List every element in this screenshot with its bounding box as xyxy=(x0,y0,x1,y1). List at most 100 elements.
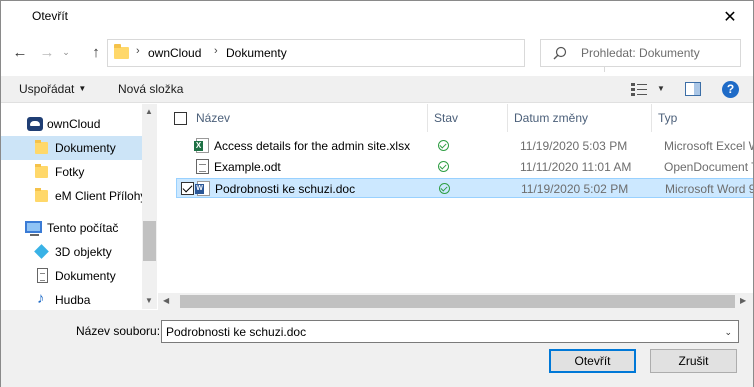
column-header-label: Stav xyxy=(434,111,459,125)
scroll-down-icon[interactable]: ▼ xyxy=(145,296,153,305)
breadcrumb-owncloud[interactable]: ownCloud xyxy=(148,46,201,60)
sidebar-item-label: ownCloud xyxy=(47,117,101,131)
document-icon xyxy=(37,268,48,283)
help-icon[interactable]: ? xyxy=(722,81,739,98)
search-input[interactable]: Prohledat: Dokumenty xyxy=(540,39,741,67)
music-icon: ♪ xyxy=(37,290,45,307)
chevron-down-icon: ⌄ xyxy=(62,46,70,57)
sidebar-item-label: Dokumenty xyxy=(55,269,116,283)
sidebar-item-fotky[interactable]: Fotky xyxy=(1,160,142,184)
file-type: Microsoft Excel W xyxy=(664,139,753,153)
open-file-dialog: Otevřít ✕ ← → ⌄ ↑ › ownCloud › Dokumenty… xyxy=(0,0,754,387)
sync-ok-icon xyxy=(439,183,450,194)
filename-label: Název souboru: xyxy=(76,324,161,338)
forward-button[interactable]: → xyxy=(37,43,57,61)
sidebar-item-label: Hudba xyxy=(55,293,91,307)
excel-file-icon xyxy=(194,138,209,153)
scroll-right-icon[interactable]: ▶ xyxy=(740,296,746,305)
scrollbar-thumb[interactable] xyxy=(180,295,735,308)
sidebar-item-dokumenty[interactable]: Dokumenty xyxy=(1,136,142,160)
organize-menu-button[interactable]: Uspořádat ▼ xyxy=(19,82,86,96)
sync-ok-icon xyxy=(438,140,449,151)
recent-locations-button[interactable]: ⌄ xyxy=(59,43,73,61)
sidebar-item-label: Tento počítač xyxy=(47,221,119,235)
filename-value: Podrobnosti ke schuzi.doc xyxy=(166,325,307,339)
odt-file-icon xyxy=(196,159,209,174)
command-toolbar: Uspořádat ▼ Nová složka ▼ ? xyxy=(1,76,753,103)
cancel-button[interactable]: Zrušit xyxy=(650,349,737,373)
file-type: Microsoft Word 9 xyxy=(665,182,753,196)
column-header-type[interactable]: Typ xyxy=(652,104,753,132)
sidebar-item-label: Dokumenty xyxy=(55,141,116,155)
navigation-bar: ← → ⌄ ↑ › ownCloud › Dokumenty ⌄ ↻ xyxy=(1,35,753,72)
caret-down-icon[interactable]: ▼ xyxy=(657,84,665,93)
column-header-status[interactable]: Stav xyxy=(428,104,508,132)
sync-ok-icon xyxy=(438,161,449,172)
column-header-name[interactable]: Název xyxy=(190,104,428,132)
column-header-label: Datum změny xyxy=(514,111,589,125)
file-row[interactable]: Example.odt 11/11/2020 11:01 AM OpenDocu… xyxy=(176,157,753,177)
view-options-icon[interactable] xyxy=(631,83,647,96)
sidebar-item-documents[interactable]: Dokumenty xyxy=(1,264,142,288)
new-folder-label: Nová složka xyxy=(118,82,184,96)
sidebar-scrollbar[interactable]: ▲ ▼ xyxy=(142,104,157,309)
cube-icon xyxy=(34,244,49,259)
breadcrumb-separator-icon[interactable]: › xyxy=(214,45,218,57)
file-row-selected[interactable]: Podrobnosti ke schuzi.doc 11/19/2020 5:0… xyxy=(176,178,753,198)
close-icon: ✕ xyxy=(723,8,737,26)
column-header-label: Název xyxy=(196,111,231,125)
open-button[interactable]: Otevřít xyxy=(549,349,636,373)
title-bar: Otevřít ✕ xyxy=(1,1,753,32)
file-date: 11/19/2020 5:03 PM xyxy=(520,139,628,153)
horizontal-scrollbar[interactable]: ◀ ▶ xyxy=(158,293,753,310)
file-type: OpenDocument T xyxy=(664,160,753,174)
file-name: Podrobnosti ke schuzi.doc xyxy=(215,182,356,196)
file-date: 11/19/2020 5:02 PM xyxy=(521,182,629,196)
back-button[interactable]: ← xyxy=(10,43,30,61)
column-header-date[interactable]: Datum změny xyxy=(508,104,652,132)
sidebar-item-music[interactable]: ♪ Hudba xyxy=(1,288,142,309)
arrow-left-icon: ← xyxy=(12,43,28,61)
file-name: Example.odt xyxy=(214,160,281,174)
scroll-left-icon[interactable]: ◀ xyxy=(163,296,169,305)
search-icon xyxy=(553,46,567,60)
file-row[interactable]: Access details for the admin site.xlsx 1… xyxy=(176,136,753,156)
computer-icon xyxy=(25,221,42,236)
column-header-label: Typ xyxy=(658,111,678,125)
up-button[interactable]: ↑ xyxy=(86,43,106,61)
preview-pane-icon[interactable] xyxy=(685,82,701,96)
row-checkbox[interactable] xyxy=(181,182,194,195)
dialog-title: Otevřít xyxy=(32,9,69,23)
file-name: Access details for the admin site.xlsx xyxy=(214,139,411,153)
file-list: ⌃ Název Stav Datum změny Typ Access deta… xyxy=(158,104,753,309)
folder-icon xyxy=(35,140,48,154)
scroll-up-icon[interactable]: ▲ xyxy=(145,107,153,116)
breadcrumb-dokumenty[interactable]: Dokumenty xyxy=(226,46,287,60)
sidebar-item-3d-objects[interactable]: 3D objekty xyxy=(1,240,142,264)
sidebar-item-em-client-prilohy[interactable]: eM Client Přílohy xyxy=(1,184,146,208)
close-button[interactable]: ✕ xyxy=(707,1,753,32)
sidebar-item-label: eM Client Přílohy xyxy=(55,189,147,203)
sidebar-item-owncloud[interactable]: ownCloud xyxy=(1,112,142,136)
select-all-checkbox[interactable] xyxy=(174,112,187,125)
new-folder-button[interactable]: Nová složka xyxy=(118,82,183,96)
sidebar-item-this-pc[interactable]: Tento počítač xyxy=(1,216,142,240)
organize-label: Uspořádat xyxy=(19,82,75,96)
file-date: 11/11/2020 11:01 AM xyxy=(520,160,632,174)
arrow-up-icon: ↑ xyxy=(92,43,100,61)
chevron-down-icon[interactable]: ⌄ xyxy=(724,327,732,338)
breadcrumb-separator-icon[interactable]: › xyxy=(136,45,140,57)
folder-icon xyxy=(35,164,48,178)
sidebar-item-label: 3D objekty xyxy=(55,245,112,259)
filename-combobox[interactable]: Podrobnosti ke schuzi.doc ⌄ xyxy=(161,320,739,343)
word-file-icon xyxy=(195,181,210,196)
navigation-pane: ownCloud Dokumenty Fotky eM Client Přílo… xyxy=(1,104,157,309)
search-placeholder: Prohledat: Dokumenty xyxy=(581,46,700,60)
folder-icon xyxy=(114,44,129,59)
scrollbar-thumb[interactable] xyxy=(143,221,156,261)
arrow-right-icon: → xyxy=(39,43,55,61)
cloud-icon xyxy=(27,117,43,131)
sidebar-item-label: Fotky xyxy=(55,165,85,179)
address-bar[interactable]: › ownCloud › Dokumenty ⌄ ↻ xyxy=(107,39,625,72)
folder-icon xyxy=(35,188,48,202)
